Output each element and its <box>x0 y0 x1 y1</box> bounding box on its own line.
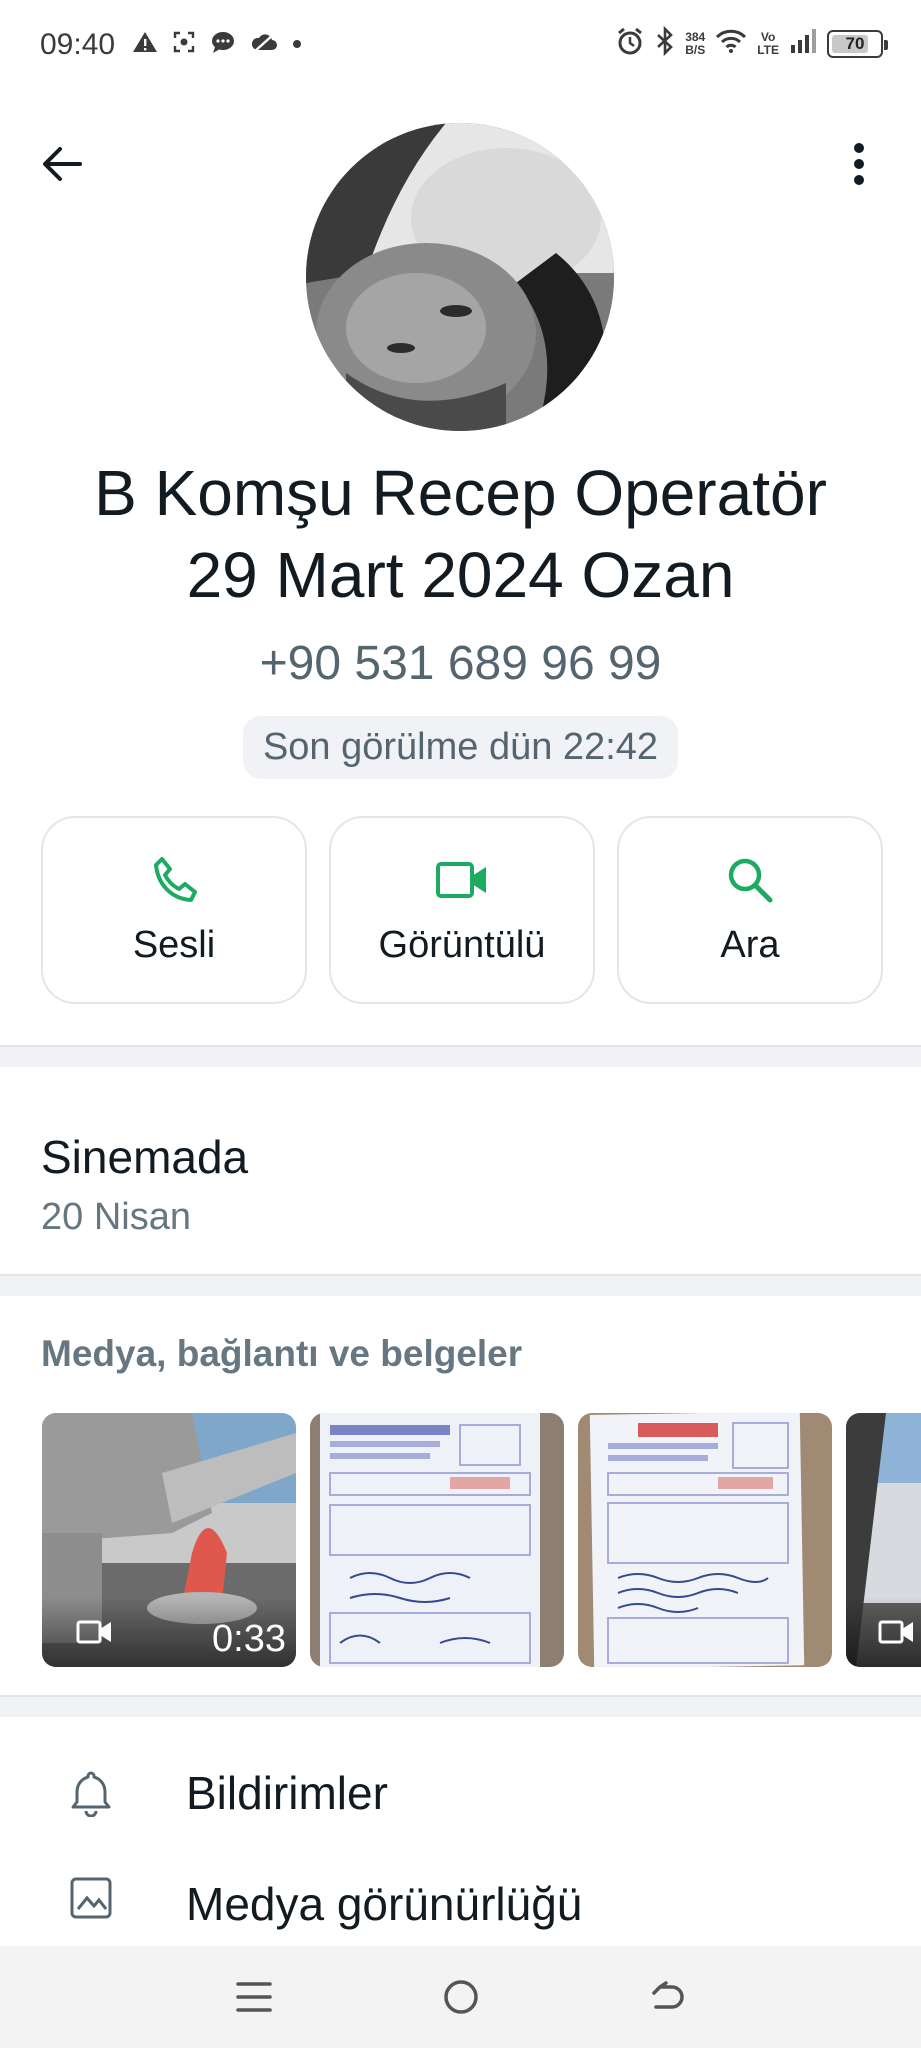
menu-lines-icon <box>235 1982 272 2012</box>
section-divider <box>0 1045 921 1067</box>
bluetooth-icon <box>655 25 675 61</box>
document-photo-thumbnail <box>310 1413 564 1667</box>
arrow-left-icon <box>43 147 82 181</box>
about-status[interactable]: Sinemada <box>41 1130 248 1184</box>
volte-top: Vo <box>760 29 776 44</box>
profile-photo <box>306 123 614 431</box>
search-label: Ara <box>720 923 780 966</box>
contact-name: B Komşu Recep Operatör 29 Mart 2024 Ozan <box>30 452 891 616</box>
last-seen-container: Son görülme dün 22:42 <box>0 716 921 779</box>
status-time: 09:40 <box>40 28 116 61</box>
bell-icon <box>66 1769 116 1817</box>
message-icon <box>210 30 236 59</box>
voice-call-label: Sesli <box>132 923 216 966</box>
contact-name-line2: 29 Mart 2024 Ozan <box>186 539 735 611</box>
cloud-off-icon <box>250 30 278 59</box>
network-speed-value: 384 <box>685 29 706 44</box>
status-bar: 09:40 384 B/S Vo LTE 70 <box>0 0 921 92</box>
media-thumbnail[interactable]: 0:33 <box>42 1413 296 1667</box>
image-icon <box>66 1875 116 1919</box>
video-icon <box>878 1618 916 1651</box>
media-thumbnails: 0:33 <box>42 1413 921 1667</box>
wifi-icon <box>715 28 747 59</box>
screenshot-icon <box>172 30 196 59</box>
home-button[interactable] <box>431 1967 491 2027</box>
volte-indicator: Vo LTE <box>757 29 779 57</box>
volte-bottom: LTE <box>757 42 779 57</box>
about-date: 20 Nisan <box>41 1196 191 1238</box>
notifications-label: Bildirimler <box>186 1767 388 1819</box>
media-thumbnail[interactable] <box>310 1413 564 1667</box>
media-visibility-label: Medya görünürlüğü <box>186 1878 583 1930</box>
document-photo-thumbnail <box>578 1413 832 1667</box>
warning-icon <box>132 30 158 59</box>
notifications-item[interactable]: Bildirimler <box>0 1733 921 1853</box>
recent-apps-button[interactable] <box>224 1967 284 2027</box>
network-speed-unit: B/S <box>685 42 706 57</box>
media-thumbnail[interactable] <box>846 1413 921 1667</box>
video-call-label: Görüntülü <box>378 923 546 966</box>
status-right-icons: 384 B/S Vo LTE 70 <box>615 25 888 61</box>
battery-level: 70 <box>845 33 865 53</box>
section-divider <box>0 1695 921 1717</box>
media-section-title[interactable]: Medya, bağlantı ve belgeler <box>41 1333 522 1375</box>
video-duration: 0:33 <box>212 1618 286 1660</box>
alarm-icon <box>615 26 645 61</box>
voice-call-button[interactable]: Sesli <box>41 816 307 1004</box>
home-circle-icon <box>443 1980 478 2014</box>
last-seen-badge: Son görülme dün 22:42 <box>242 716 679 779</box>
action-buttons: Sesli Görüntülü Ara <box>41 816 883 1004</box>
media-thumbnail[interactable] <box>578 1413 832 1667</box>
back-nav-button[interactable] <box>638 1967 698 2027</box>
more-vertical-icon <box>854 143 864 185</box>
phone-icon <box>154 856 197 902</box>
status-left-icons <box>132 30 302 59</box>
battery-icon: 70 <box>827 29 888 58</box>
signal-icon <box>789 27 817 60</box>
network-speed: 384 B/S <box>685 29 706 57</box>
dot-icon <box>292 36 302 54</box>
search-button[interactable]: Ara <box>617 816 883 1004</box>
video-icon <box>76 1618 114 1651</box>
more-options-button[interactable] <box>833 138 885 190</box>
video-icon <box>436 861 486 898</box>
back-arrow-icon <box>651 1981 684 2009</box>
media-visibility-item[interactable]: Medya görünürlüğü <box>0 1875 921 1945</box>
phone-number: +90 531 689 96 99 <box>259 637 662 690</box>
section-divider <box>0 1274 921 1296</box>
system-navigation-bar <box>0 1946 921 2048</box>
contact-name-line1: B Komşu Recep Operatör <box>94 457 827 529</box>
back-button[interactable] <box>36 138 88 190</box>
video-call-button[interactable]: Görüntülü <box>329 816 595 1004</box>
avatar[interactable] <box>306 123 614 431</box>
search-icon <box>728 858 773 902</box>
